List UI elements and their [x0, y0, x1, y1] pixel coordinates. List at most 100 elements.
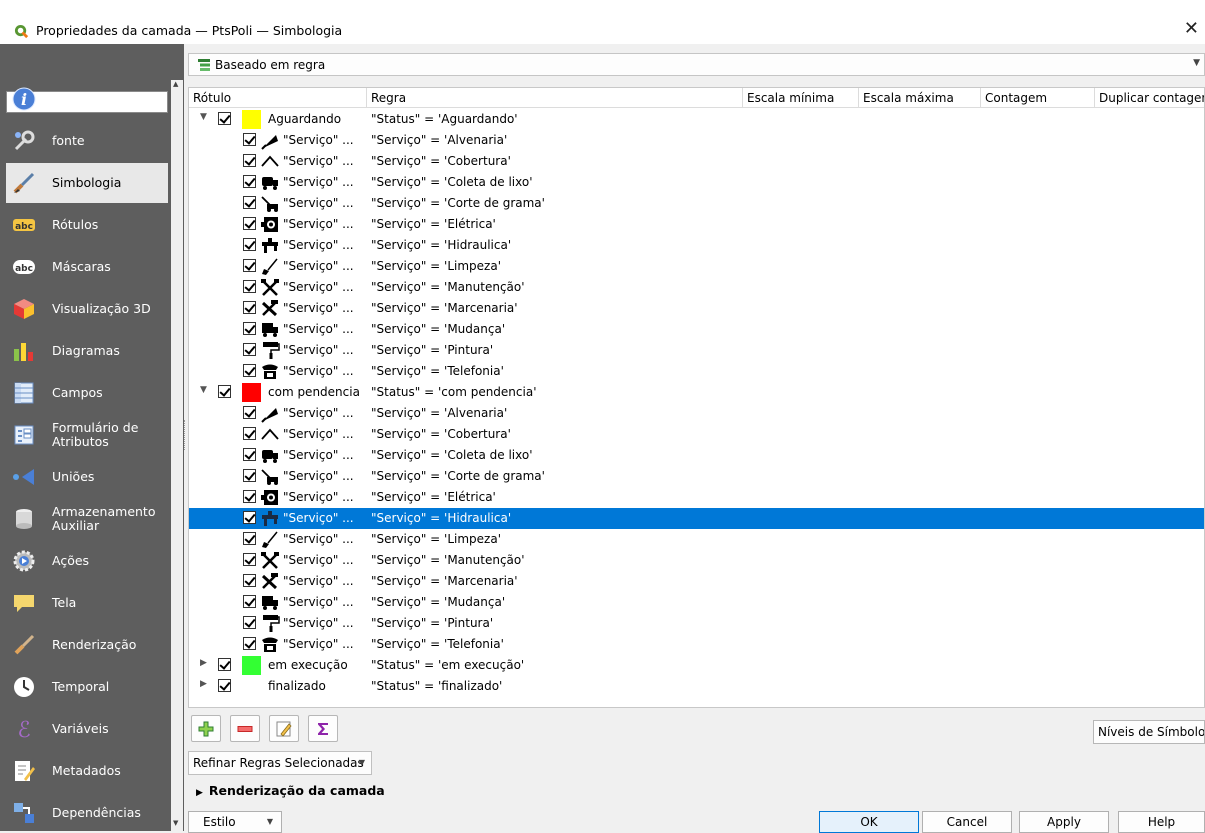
rule-checkbox[interactable]: [243, 154, 256, 167]
rule-checkbox[interactable]: [243, 448, 256, 461]
tree-rule-row[interactable]: "Serviço" ... "Serviço" = 'Mudança': [189, 592, 1204, 613]
sidebar-item-speech-bubble[interactable]: Tela: [6, 583, 168, 623]
chevron-down-icon[interactable]: ▼: [200, 385, 207, 395]
tree-rule-row[interactable]: "Serviço" ... "Serviço" = 'Telefonia': [189, 634, 1204, 655]
rule-checkbox[interactable]: [243, 511, 256, 524]
refine-rules-button[interactable]: Refinar Regras Selecionadas ▼: [188, 751, 372, 775]
rule-checkbox[interactable]: [218, 658, 231, 671]
tree-rule-row[interactable]: "Serviço" ... "Serviço" = 'Coleta de lixo…: [189, 172, 1204, 193]
rule-checkbox[interactable]: [243, 532, 256, 545]
sidebar-item-clock[interactable]: Temporal: [6, 667, 168, 707]
rule-checkbox[interactable]: [218, 385, 231, 398]
tree-rule-row[interactable]: "Serviço" ... "Serviço" = 'Elétrica': [189, 487, 1204, 508]
add-rule-button[interactable]: [191, 715, 221, 742]
tree-rule-row[interactable]: "Serviço" ... "Serviço" = 'Pintura': [189, 340, 1204, 361]
column-header-label[interactable]: Rótulo: [189, 88, 367, 108]
layer-rendering-section[interactable]: ▶ Renderização da camada: [196, 783, 385, 798]
sidebar-scrollbar[interactable]: ▲ ▼: [171, 80, 183, 831]
tree-rule-row[interactable]: "Serviço" ... "Serviço" = 'Coleta de lixo…: [189, 445, 1204, 466]
tree-rule-row[interactable]: "Serviço" ... "Serviço" = 'Alvenaria': [189, 130, 1204, 151]
rule-checkbox[interactable]: [243, 301, 256, 314]
tree-group-row[interactable]: ▶ em execução "Status" = 'em execução': [189, 655, 1204, 676]
sidebar-item-diagram[interactable]: Diagramas: [6, 331, 168, 371]
sidebar-item-paintbrush[interactable]: Simbologia: [6, 163, 168, 203]
help-button[interactable]: Help: [1118, 811, 1205, 833]
sidebar-item-metadata-pen[interactable]: Metadados: [6, 751, 168, 791]
tree-rule-row[interactable]: "Serviço" ... "Serviço" = 'Pintura': [189, 613, 1204, 634]
sidebar-item-join[interactable]: Uniões: [6, 457, 168, 497]
tree-rule-row[interactable]: "Serviço" ... "Serviço" = 'Marcenaria': [189, 571, 1204, 592]
sidebar-item-fields-table[interactable]: Campos: [6, 373, 168, 413]
rule-checkbox[interactable]: [243, 553, 256, 566]
chevron-right-icon[interactable]: ▶: [200, 679, 207, 689]
sidebar-item-wrench[interactable]: fonte: [6, 121, 168, 161]
tree-rule-row[interactable]: "Serviço" ... "Serviço" = 'Corte de grama…: [189, 466, 1204, 487]
tree-rule-row[interactable]: "Serviço" ... "Serviço" = 'Hidraulica': [189, 235, 1204, 256]
rule-checkbox[interactable]: [243, 280, 256, 293]
rule-checkbox[interactable]: [243, 406, 256, 419]
close-icon[interactable]: ✕: [1184, 18, 1199, 39]
cancel-button[interactable]: Cancel: [922, 811, 1012, 833]
symbol-levels-button[interactable]: Níveis de Símbolo...: [1093, 720, 1205, 744]
apply-button[interactable]: Apply: [1019, 811, 1109, 833]
rule-checkbox[interactable]: [243, 238, 256, 251]
rule-checkbox[interactable]: [243, 637, 256, 650]
tree-rule-row[interactable]: "Serviço" ... "Serviço" = 'Alvenaria': [189, 403, 1204, 424]
rule-checkbox[interactable]: [243, 196, 256, 209]
rule-checkbox[interactable]: [243, 175, 256, 188]
tree-rule-row[interactable]: "Serviço" ... "Serviço" = 'Manutenção': [189, 550, 1204, 571]
edit-rule-button[interactable]: [269, 715, 299, 742]
style-menu-button[interactable]: Estilo ▼: [188, 811, 282, 833]
column-header-min-scale[interactable]: Escala mínima: [743, 88, 859, 108]
tree-rule-row[interactable]: "Serviço" ... "Serviço" = 'Elétrica': [189, 214, 1204, 235]
rule-checkbox[interactable]: [218, 112, 231, 125]
column-header-count[interactable]: Contagem: [981, 88, 1095, 108]
rule-checkbox[interactable]: [243, 469, 256, 482]
rule-checkbox[interactable]: [243, 322, 256, 335]
rule-checkbox[interactable]: [243, 595, 256, 608]
tree-group-row[interactable]: ▼ com pendencia "Status" = 'com pendencia': [189, 382, 1204, 403]
tree-rule-row[interactable]: "Serviço" ... "Serviço" = 'Marcenaria': [189, 298, 1204, 319]
sidebar-item-epsilon[interactable]: ℰ Variáveis: [6, 709, 168, 749]
chevron-down-icon[interactable]: ▼: [200, 112, 207, 122]
sidebar-item-cube-3d[interactable]: Visualização 3D: [6, 289, 168, 329]
refine-sum-button[interactable]: [308, 715, 338, 742]
tree-rule-row[interactable]: "Serviço" ... "Serviço" = 'Hidraulica': [189, 508, 1204, 529]
rule-checkbox[interactable]: [243, 343, 256, 356]
column-header-duplicate-count[interactable]: Duplicar contagem: [1095, 88, 1204, 108]
sidebar-item-abc-mask[interactable]: abc Máscaras: [6, 247, 168, 287]
tree-rule-row[interactable]: "Serviço" ... "Serviço" = 'Corte de grama…: [189, 193, 1204, 214]
column-header-max-scale[interactable]: Escala máxima: [859, 88, 981, 108]
sidebar-item-dependencies[interactable]: Dependências: [6, 793, 168, 833]
rule-checkbox[interactable]: [243, 217, 256, 230]
rule-checkbox[interactable]: [243, 259, 256, 272]
rule-checkbox[interactable]: [243, 364, 256, 377]
remove-rule-button[interactable]: [230, 715, 260, 742]
rule-checkbox[interactable]: [243, 133, 256, 146]
tree-rule-row[interactable]: "Serviço" ... "Serviço" = 'Limpeza': [189, 529, 1204, 550]
sidebar-item-brush-render[interactable]: Renderização: [6, 625, 168, 665]
sidebar-item-info[interactable]: i Informação: [6, 79, 168, 119]
tree-rule-row[interactable]: "Serviço" ... "Serviço" = 'Limpeza': [189, 256, 1204, 277]
rule-checkbox[interactable]: [243, 616, 256, 629]
column-header-rule[interactable]: Regra: [367, 88, 743, 108]
tree-rule-row[interactable]: "Serviço" ... "Serviço" = 'Manutenção': [189, 277, 1204, 298]
tree-rule-row[interactable]: "Serviço" ... "Serviço" = 'Cobertura': [189, 424, 1204, 445]
rule-checkbox[interactable]: [243, 427, 256, 440]
sidebar-item-database[interactable]: Armazenamento Auxiliar: [6, 499, 168, 539]
tree-group-row[interactable]: ▶ finalizado "Status" = 'finalizado': [189, 676, 1204, 697]
rules-tree[interactable]: Rótulo Regra Escala mínima Escala máxima…: [188, 87, 1205, 708]
rule-checkbox[interactable]: [218, 679, 231, 692]
tree-group-row[interactable]: ▼ Aguardando "Status" = 'Aguardando': [189, 109, 1204, 130]
tree-rule-row[interactable]: "Serviço" ... "Serviço" = 'Mudança': [189, 319, 1204, 340]
sidebar-item-form[interactable]: Formulário de Atributos: [6, 415, 168, 455]
tree-rule-row[interactable]: "Serviço" ... "Serviço" = 'Telefonia': [189, 361, 1204, 382]
ok-button[interactable]: OK: [819, 811, 919, 833]
rule-checkbox[interactable]: [243, 490, 256, 503]
tree-rule-row[interactable]: "Serviço" ... "Serviço" = 'Cobertura': [189, 151, 1204, 172]
sidebar-item-gear-actions[interactable]: Ações: [6, 541, 168, 581]
chevron-right-icon[interactable]: ▶: [200, 658, 207, 668]
rule-checkbox[interactable]: [243, 574, 256, 587]
renderer-select[interactable]: Baseado em regra ▼: [188, 53, 1205, 76]
splitter-handle[interactable]: [184, 420, 187, 450]
